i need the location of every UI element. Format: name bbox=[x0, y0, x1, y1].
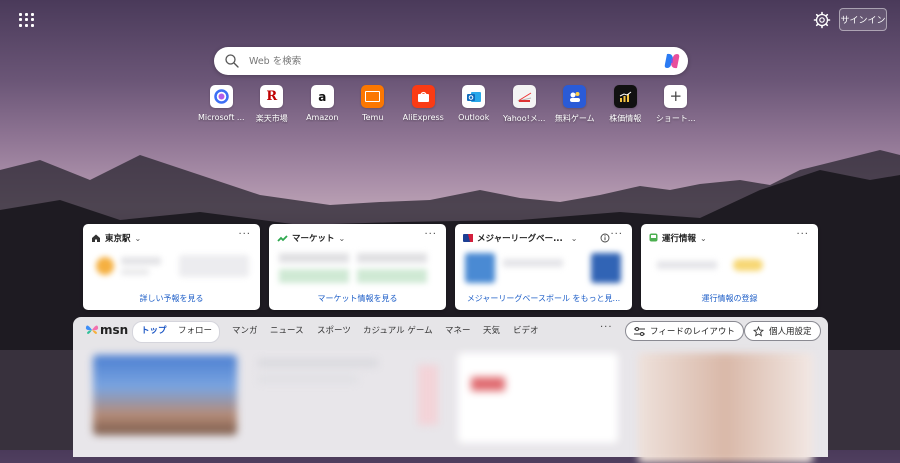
shortcut-label: Temu bbox=[362, 113, 384, 122]
more-options-icon[interactable]: ··· bbox=[238, 229, 251, 240]
shortcut-label: 株価情報 bbox=[609, 114, 642, 123]
shortcut-label: AliExpress bbox=[402, 113, 444, 122]
market-icon bbox=[277, 234, 288, 242]
msn-feed: msn トップ フォロー マンガ ニュース スポーツ カジュアル ゲーム マネー… bbox=[73, 317, 828, 463]
chevron-down-icon: ⌄ bbox=[338, 233, 346, 243]
plus-icon: + bbox=[664, 85, 688, 108]
shortcut-aliexpress[interactable]: AliExpress bbox=[398, 85, 449, 124]
shortcut-bar: Microsoft ... R 楽天市場 a Amazon Temu AliEx… bbox=[196, 85, 701, 124]
card-content-blurred bbox=[91, 251, 252, 287]
tab-sports[interactable]: スポーツ bbox=[317, 324, 351, 336]
mlb-card: メジャーリーグベー... ⌄ ··· メジャーリーグベースボール をもっと見..… bbox=[455, 224, 632, 310]
yahoo-icon bbox=[512, 85, 536, 108]
tab-follow[interactable]: フォロー bbox=[178, 324, 212, 336]
personalize-button[interactable]: 個人用設定 bbox=[744, 321, 821, 341]
tab-money[interactable]: マネー bbox=[445, 324, 471, 336]
chevron-down-icon: ⌄ bbox=[134, 233, 142, 243]
personalize-icon bbox=[753, 325, 764, 336]
apps-launcher-icon[interactable] bbox=[14, 8, 38, 32]
sliders-icon bbox=[634, 326, 645, 336]
copilot-icon[interactable] bbox=[662, 51, 682, 71]
amazon-icon: a bbox=[310, 85, 334, 108]
chevron-down-icon: ⌄ bbox=[570, 233, 578, 243]
rakuten-icon: R bbox=[260, 85, 284, 108]
card-link[interactable]: 運行情報の登録 bbox=[641, 293, 818, 304]
card-title: 運行情報 bbox=[662, 234, 697, 244]
weather-card: 東京駅 ⌄ ··· 詳しい予報を見る bbox=[83, 224, 260, 310]
feed-layout-button[interactable]: フィードのレイアウト bbox=[625, 321, 744, 341]
card-header[interactable]: 運行情報 ⌄ bbox=[649, 232, 707, 244]
search-icon bbox=[225, 54, 239, 68]
more-options-icon[interactable]: ··· bbox=[796, 229, 809, 240]
shortcut-label: Amazon bbox=[306, 113, 339, 122]
shortcut-outlook[interactable]: Outlook bbox=[449, 85, 500, 124]
shortcut-games[interactable]: 無料ゲーム bbox=[550, 85, 601, 124]
card-link[interactable]: 詳しい予報を見る bbox=[83, 293, 260, 304]
tab-video[interactable]: ビデオ bbox=[513, 324, 539, 336]
shortcut-label: Outlook bbox=[458, 113, 490, 122]
card-header[interactable]: 東京駅 ⌄ bbox=[91, 232, 141, 244]
aliexpress-icon bbox=[411, 85, 435, 108]
temu-icon bbox=[361, 85, 385, 108]
train-icon bbox=[649, 233, 658, 242]
msn-logo-text: msn bbox=[100, 323, 129, 337]
tab-manga[interactable]: マンガ bbox=[232, 324, 258, 336]
card-content-blurred bbox=[463, 251, 624, 287]
card-title: マーケット bbox=[292, 234, 335, 244]
card-content-blurred bbox=[277, 251, 438, 287]
card-content-blurred bbox=[649, 251, 810, 287]
shortcut-add[interactable]: + ショート... bbox=[651, 85, 702, 124]
settings-gear-icon[interactable] bbox=[812, 10, 832, 30]
card-header[interactable]: マーケット ⌄ bbox=[277, 232, 345, 244]
shortcut-label: 楽天市場 bbox=[255, 114, 288, 123]
market-card: マーケット ⌄ ··· マーケット情報を見る bbox=[269, 224, 446, 310]
shortcut-label: Yahoo!メ... bbox=[503, 114, 546, 123]
home-icon bbox=[92, 234, 100, 242]
shortcut-label: ショート... bbox=[655, 114, 696, 123]
shortcut-rakuten[interactable]: R 楽天市場 bbox=[247, 85, 298, 124]
tab-casual-games[interactable]: カジュアル ゲーム bbox=[363, 324, 433, 336]
tab-news[interactable]: ニュース bbox=[270, 324, 304, 336]
train-card: 運行情報 ⌄ ··· 運行情報の登録 bbox=[641, 224, 818, 310]
shortcut-microsoft365[interactable]: Microsoft ... bbox=[196, 85, 247, 124]
microsoft-365-icon bbox=[209, 85, 233, 108]
stocks-icon bbox=[613, 85, 637, 108]
feed-content-blurred bbox=[73, 347, 828, 463]
card-title: 東京駅 bbox=[105, 234, 131, 244]
mlb-icon bbox=[463, 234, 473, 242]
shortcut-label: 無料ゲーム bbox=[554, 114, 595, 123]
card-link[interactable]: メジャーリーグベースボール をもっと見... bbox=[455, 293, 632, 304]
personalize-label: 個人用設定 bbox=[769, 327, 812, 337]
msn-logo[interactable]: msn bbox=[85, 323, 128, 337]
feed-layout-label: フィードのレイアウト bbox=[650, 327, 735, 337]
games-icon bbox=[563, 85, 587, 108]
shortcut-stocks[interactable]: 株価情報 bbox=[600, 85, 651, 124]
card-link[interactable]: マーケット情報を見る bbox=[269, 293, 446, 304]
more-options-icon[interactable]: ··· bbox=[424, 229, 437, 240]
tab-top[interactable]: トップ bbox=[141, 324, 167, 336]
msn-butterfly-icon bbox=[85, 325, 99, 334]
shortcut-amazon[interactable]: a Amazon bbox=[297, 85, 348, 124]
signin-button[interactable]: サインイン bbox=[839, 8, 887, 31]
shortcut-yahoo-mail[interactable]: Yahoo!メ... bbox=[499, 85, 550, 124]
info-icon[interactable] bbox=[600, 233, 610, 243]
shortcut-label: Microsoft ... bbox=[197, 113, 245, 122]
shortcut-temu[interactable]: Temu bbox=[348, 85, 399, 124]
more-options-icon[interactable]: ··· bbox=[610, 229, 623, 240]
more-tabs-icon[interactable]: ··· bbox=[600, 322, 613, 333]
outlook-icon bbox=[462, 85, 486, 108]
tab-weather[interactable]: 天気 bbox=[483, 324, 500, 336]
card-title: メジャーリーグベー... bbox=[477, 234, 563, 244]
chevron-down-icon: ⌄ bbox=[700, 233, 707, 243]
card-header[interactable]: メジャーリーグベー... ⌄ bbox=[463, 232, 577, 244]
search-input[interactable] bbox=[247, 54, 662, 68]
search-box[interactable] bbox=[214, 47, 688, 75]
